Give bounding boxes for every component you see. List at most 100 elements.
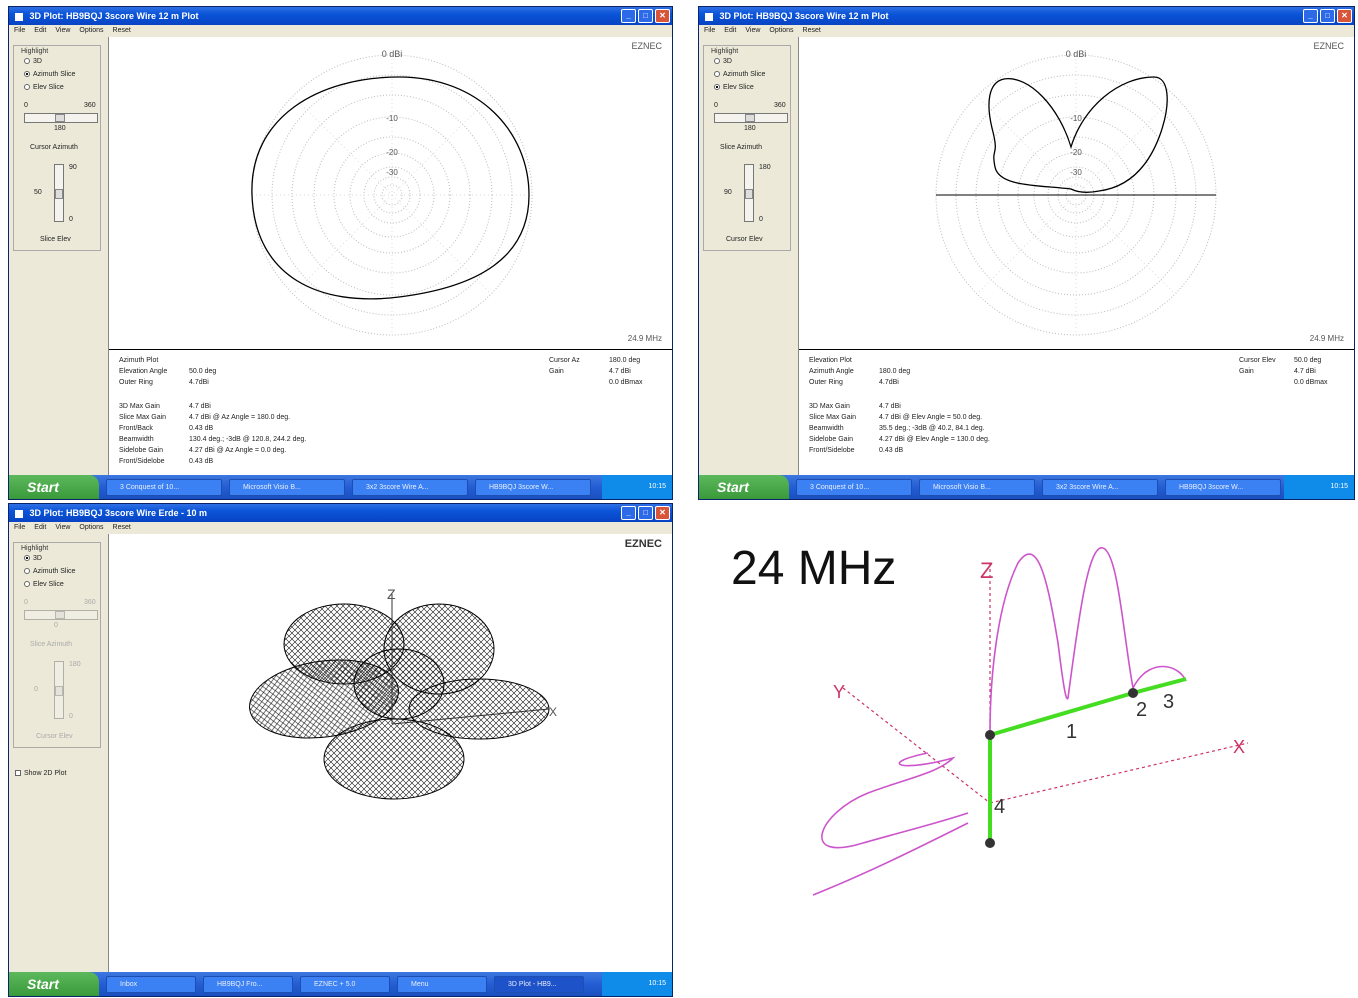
menu-reset[interactable]: Reset <box>113 25 131 37</box>
window-title: 3D Plot: HB9BQJ 3score Wire 12 m Plot <box>719 11 889 21</box>
axis-y-label: Y <box>833 682 845 702</box>
info-label: Azimuth Angle <box>809 368 854 375</box>
radio-azimuth-slice[interactable]: Azimuth Slice <box>24 71 75 78</box>
info-value: 180.0 deg <box>879 368 911 375</box>
window-title: 3D Plot: HB9BQJ 3score Wire Erde - 10 m <box>29 508 207 518</box>
show-2d-plot-checkbox[interactable]: Show 2D Plot <box>15 770 66 777</box>
taskbar-item[interactable]: Microsoft Visio B... <box>229 478 345 496</box>
radio-3d[interactable]: 3D <box>714 58 732 65</box>
radio-elev-slice[interactable]: Elev Slice <box>24 84 64 91</box>
vscale-min: 0 <box>69 216 73 223</box>
elevation-scrollbar[interactable] <box>744 164 754 222</box>
ring-label-30: -30 <box>1070 168 1082 177</box>
menu-edit[interactable]: Edit <box>724 25 736 37</box>
menu-view[interactable]: View <box>55 522 70 534</box>
info-label: Cursor Az <box>549 357 580 364</box>
maximize-button[interactable]: □ <box>638 9 653 23</box>
highlight-group: Highlight 3D Azimuth Slice Elev Slice 0 … <box>13 45 101 251</box>
app-icon <box>705 12 713 21</box>
azimuth-scrollbar[interactable] <box>24 610 98 620</box>
elevation-scrollbar[interactable] <box>54 661 64 719</box>
start-button[interactable]: Start <box>9 972 99 996</box>
info-label: Gain <box>1239 368 1254 375</box>
menu-edit[interactable]: Edit <box>34 25 46 37</box>
ring-label-0: 0 dBi <box>1066 49 1087 59</box>
menu-file[interactable]: File <box>704 25 715 37</box>
close-button[interactable]: ✕ <box>655 9 670 23</box>
scroll-value: 180 <box>54 125 66 132</box>
menu-options[interactable]: Options <box>79 522 103 534</box>
menu-view[interactable]: View <box>745 25 760 37</box>
scroll-thumb[interactable] <box>55 686 63 696</box>
menu-reset[interactable]: Reset <box>803 25 821 37</box>
taskbar-item[interactable]: 3 Conquest of 10... <box>796 478 912 496</box>
azimuth-scrollbar[interactable] <box>714 113 788 123</box>
window-titlebar[interactable]: 3D Plot: HB9BQJ 3score Wire 12 m Plot _ … <box>699 7 1354 25</box>
taskbar-item[interactable]: 3 Conquest of 10... <box>106 478 222 496</box>
minimize-button[interactable]: _ <box>621 9 636 23</box>
wire-junction <box>985 730 995 740</box>
radio-azimuth-slice[interactable]: Azimuth Slice <box>714 71 765 78</box>
radio-dot-icon <box>714 58 720 65</box>
info-label: Beamwidth <box>809 425 844 432</box>
highlight-label: Highlight <box>20 545 50 552</box>
cursor-label: Slice Azimuth <box>30 641 73 648</box>
azimuth-scrollbar[interactable] <box>24 113 98 123</box>
taskbar-item[interactable]: 3x2 3score Wire A... <box>352 478 468 496</box>
maximize-button[interactable]: □ <box>1320 9 1335 23</box>
info-label: Slice Max Gain <box>809 414 857 421</box>
vscale-min: 0 <box>69 713 73 720</box>
taskbar-item[interactable]: 3x2 3score Wire A... <box>1042 478 1158 496</box>
elevation-scrollbar[interactable] <box>54 164 64 222</box>
scroll-thumb[interactable] <box>745 189 753 199</box>
ring-label-10: -10 <box>386 114 398 123</box>
info-value: 50.0 deg <box>1294 357 1322 364</box>
taskbar-item[interactable]: Inbox <box>106 975 196 993</box>
highlight-label: Highlight <box>20 48 50 55</box>
menubar: File Edit View Options Reset <box>9 522 672 534</box>
radio-elev-slice[interactable]: Elev Slice <box>24 581 64 588</box>
window-titlebar[interactable]: 3D Plot: HB9BQJ 3score Wire Erde - 10 m … <box>9 504 672 522</box>
start-button[interactable]: Start <box>9 475 99 499</box>
menu-view[interactable]: View <box>55 25 70 37</box>
taskbar: Start 3 Conquest of 10... Microsoft Visi… <box>699 475 1354 499</box>
menu-options[interactable]: Options <box>79 25 103 37</box>
ring-label-0: 0 dBi <box>382 49 403 59</box>
close-button[interactable]: ✕ <box>655 506 670 520</box>
current-distribution <box>812 547 1187 896</box>
radio-3d[interactable]: 3D <box>24 58 42 65</box>
taskbar-item[interactable]: HB9BQJ Fro... <box>203 975 293 993</box>
scale-max: 360 <box>774 102 786 109</box>
maximize-button[interactable]: □ <box>638 506 653 520</box>
taskbar-item[interactable]: HB9BQJ 3score W... <box>1165 478 1281 496</box>
highlight-group: Highlight 3D Azimuth Slice Elev Slice 0 … <box>703 45 791 251</box>
polar-plot-area: EZNEC 0 dBi -10 -20 -30 24.9 MHz <box>799 37 1354 350</box>
taskbar-item[interactable]: Microsoft Visio B... <box>919 478 1035 496</box>
minimize-button[interactable]: _ <box>1303 9 1318 23</box>
scroll-thumb[interactable] <box>55 189 63 199</box>
scroll-thumb[interactable] <box>745 114 755 122</box>
minimize-button[interactable]: _ <box>621 506 636 520</box>
scroll-thumb[interactable] <box>55 611 65 619</box>
cursor-label: Cursor Azimuth <box>30 144 78 151</box>
menu-options[interactable]: Options <box>769 25 793 37</box>
start-button[interactable]: Start <box>699 475 789 499</box>
polar-radials <box>252 55 532 335</box>
scroll-thumb[interactable] <box>55 114 65 122</box>
radio-elev-slice[interactable]: Elev Slice <box>714 84 754 91</box>
menu-edit[interactable]: Edit <box>34 522 46 534</box>
taskbar-item[interactable]: 3D Plot - HB9... <box>494 975 584 993</box>
system-tray-clock: 10:15 <box>1284 475 1354 499</box>
close-button[interactable]: ✕ <box>1337 9 1352 23</box>
radio-3d[interactable]: 3D <box>24 555 42 562</box>
ring-label-20: -20 <box>386 148 398 157</box>
menu-file[interactable]: File <box>14 522 25 534</box>
menu-reset[interactable]: Reset <box>113 522 131 534</box>
taskbar-item[interactable]: Menu <box>397 975 487 993</box>
taskbar-item[interactable]: HB9BQJ 3score W... <box>475 478 591 496</box>
menu-file[interactable]: File <box>14 25 25 37</box>
taskbar-item[interactable]: EZNEC + 5.0 <box>300 975 390 993</box>
scale-max: 360 <box>84 102 96 109</box>
radio-azimuth-slice[interactable]: Azimuth Slice <box>24 568 75 575</box>
window-titlebar[interactable]: 3D Plot: HB9BQJ 3score Wire 12 m Plot _ … <box>9 7 672 25</box>
